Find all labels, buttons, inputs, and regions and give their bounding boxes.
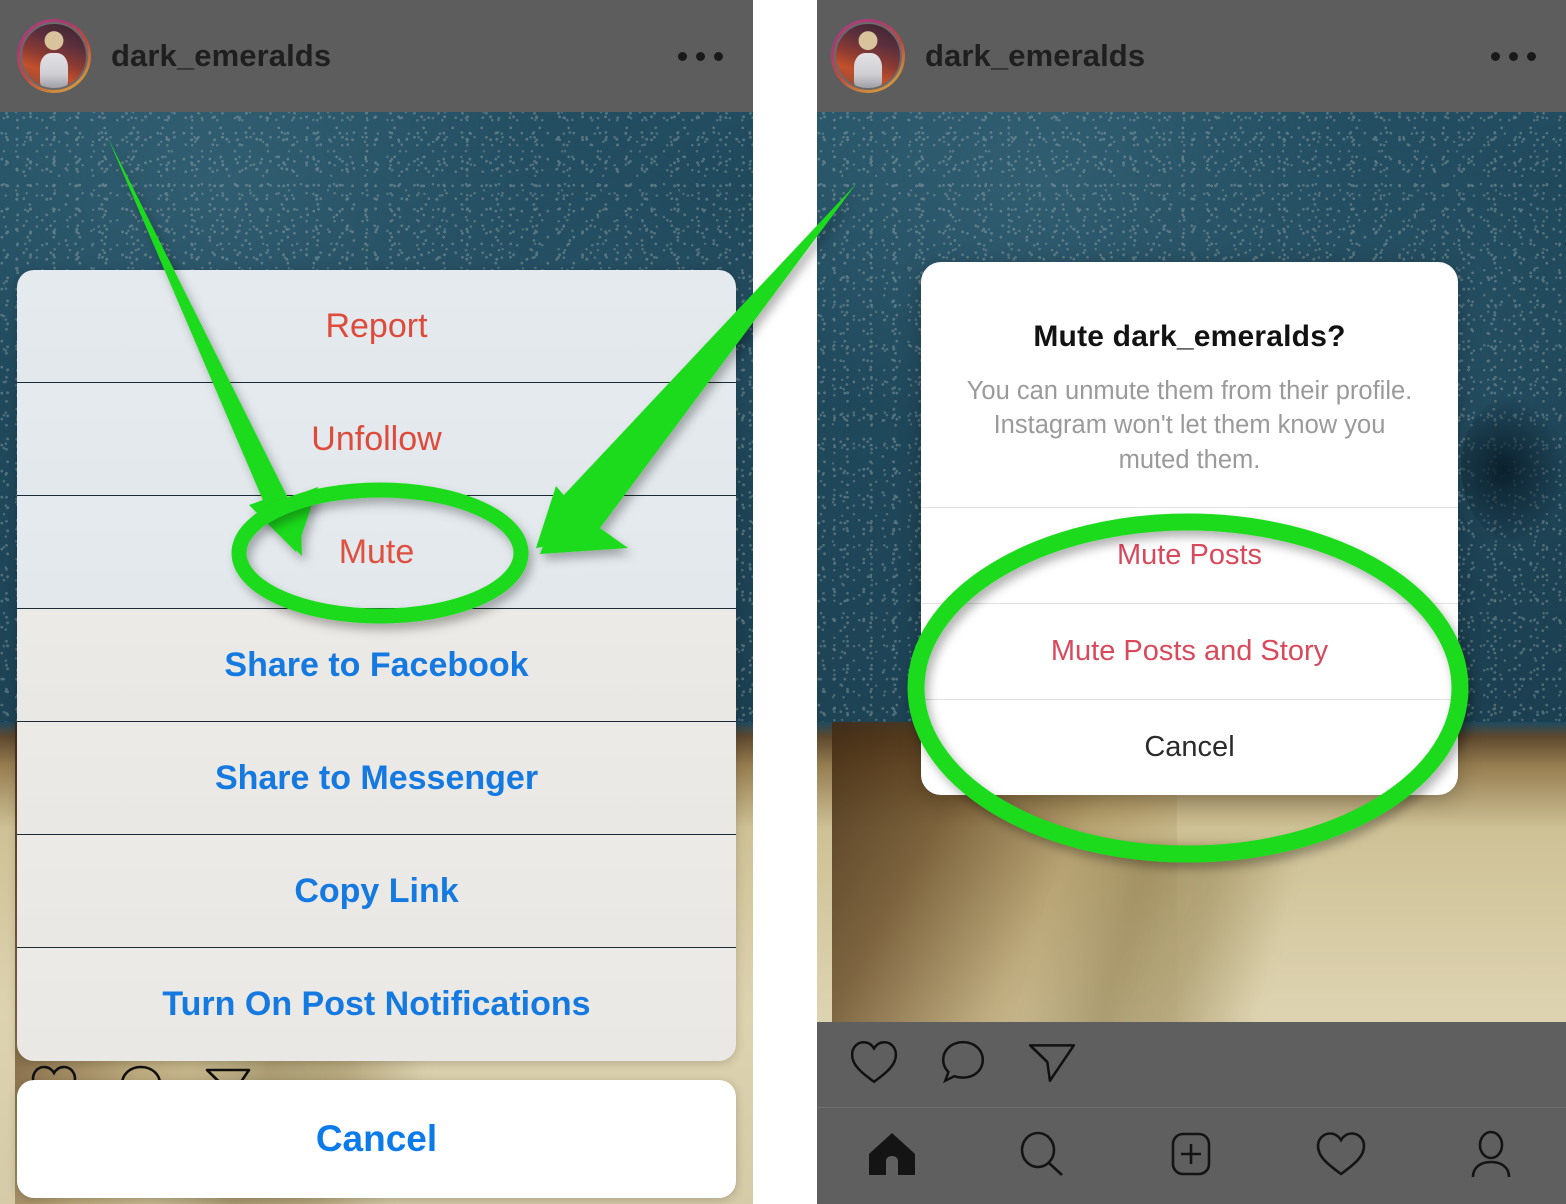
more-options-icon[interactable] bbox=[674, 40, 727, 73]
profile-avatar[interactable] bbox=[831, 19, 905, 93]
tab-search[interactable] bbox=[967, 1129, 1117, 1184]
dot bbox=[696, 51, 705, 61]
dot bbox=[1491, 51, 1500, 61]
post-username[interactable]: dark_emeralds bbox=[111, 38, 331, 74]
dot bbox=[714, 51, 723, 61]
share-paperplane-icon[interactable] bbox=[1027, 1039, 1077, 1090]
dialog-button-mute-posts[interactable]: Mute Posts bbox=[921, 507, 1458, 603]
heart-icon[interactable] bbox=[849, 1039, 899, 1090]
more-options-icon[interactable] bbox=[1487, 40, 1540, 73]
tab-profile[interactable] bbox=[1416, 1129, 1566, 1184]
dialog-button-mute-posts-and-story[interactable]: Mute Posts and Story bbox=[921, 603, 1458, 699]
profile-avatar[interactable] bbox=[17, 19, 91, 93]
action-sheet-item-turn-on-post-notifications[interactable]: Turn On Post Notifications bbox=[17, 948, 736, 1061]
dot bbox=[1527, 51, 1536, 61]
action-sheet-cancel-button[interactable]: Cancel bbox=[17, 1080, 736, 1198]
action-sheet-item-copy-link[interactable]: Copy Link bbox=[17, 835, 736, 948]
panel-divider bbox=[753, 0, 817, 1204]
activity-heart-icon bbox=[1314, 1129, 1368, 1184]
post-username[interactable]: dark_emeralds bbox=[925, 38, 1145, 74]
avatar-image bbox=[834, 22, 902, 90]
action-sheet-item-unfollow[interactable]: Unfollow bbox=[17, 383, 736, 496]
dialog-button-cancel[interactable]: Cancel bbox=[921, 699, 1458, 795]
comment-icon[interactable] bbox=[939, 1039, 987, 1090]
tab-home[interactable] bbox=[817, 1129, 967, 1184]
dot bbox=[1509, 51, 1518, 61]
tutorial-screenshot: dark_emeralds Report Unfollow Mute Share… bbox=[0, 0, 1566, 1204]
search-icon bbox=[1015, 1129, 1069, 1184]
action-sheet-item-report[interactable]: Report bbox=[17, 270, 736, 383]
dot bbox=[678, 51, 687, 61]
phone-panel-left: dark_emeralds Report Unfollow Mute Share… bbox=[0, 0, 753, 1204]
dialog-header: Mute dark_emeralds? You can unmute them … bbox=[921, 262, 1458, 507]
phone-panel-right: dark_emeralds Mute dark_emeralds? You ca… bbox=[817, 0, 1566, 1204]
mute-confirmation-dialog: Mute dark_emeralds? You can unmute them … bbox=[921, 262, 1458, 796]
add-post-icon bbox=[1164, 1129, 1218, 1184]
post-header-left: dark_emeralds bbox=[0, 0, 753, 112]
dialog-message: You can unmute them from their profile. … bbox=[966, 377, 1413, 474]
tab-add-post[interactable] bbox=[1117, 1129, 1267, 1184]
home-icon bbox=[865, 1129, 919, 1184]
tab-activity[interactable] bbox=[1266, 1129, 1416, 1184]
action-sheet-item-share-to-facebook[interactable]: Share to Facebook bbox=[17, 609, 736, 722]
dialog-title: Mute dark_emeralds? bbox=[1033, 320, 1346, 353]
action-sheet-item-mute[interactable]: Mute bbox=[17, 496, 736, 609]
avatar-image bbox=[20, 22, 88, 90]
action-sheet-item-share-to-messenger[interactable]: Share to Messenger bbox=[17, 722, 736, 835]
post-action-row-right bbox=[817, 1022, 1566, 1108]
bottom-tab-bar bbox=[817, 1108, 1566, 1204]
ios-action-sheet: Report Unfollow Mute Share to Facebook S… bbox=[17, 270, 736, 1061]
post-header-right: dark_emeralds bbox=[817, 0, 1566, 112]
profile-person-icon bbox=[1464, 1129, 1518, 1184]
